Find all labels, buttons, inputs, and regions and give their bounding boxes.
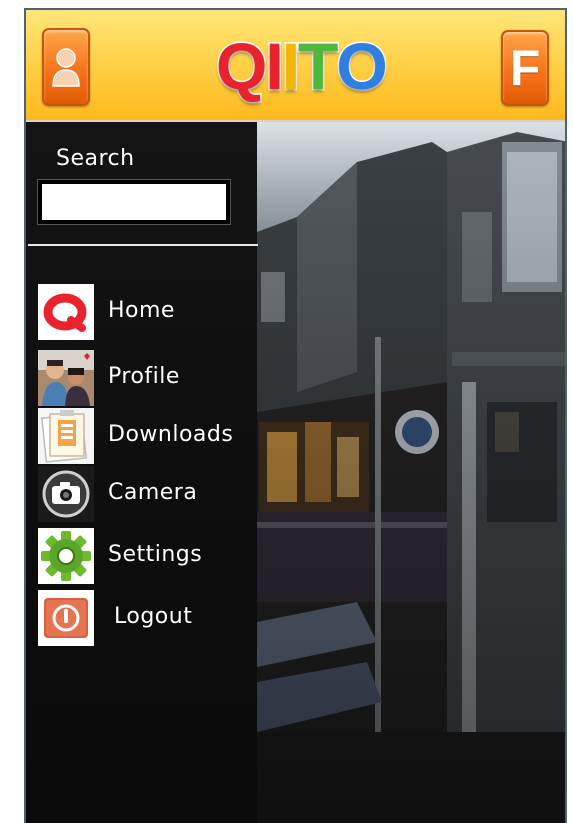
menu-item-camera[interactable]: Camera xyxy=(38,466,253,522)
app-frame: Q I I T O F Search Home Profile Download… xyxy=(24,8,567,823)
menu-label: Home xyxy=(108,298,175,323)
menu-item-profile[interactable]: Profile xyxy=(38,350,253,406)
app-logo: Q I I T O xyxy=(214,24,389,108)
menu-item-downloads[interactable]: Downloads xyxy=(38,408,253,464)
menu-item-home[interactable]: Home xyxy=(38,284,253,340)
facebook-f-label: F xyxy=(509,40,541,96)
street-scene-image xyxy=(257,122,565,823)
menu-label: Camera xyxy=(108,480,198,505)
gear-icon xyxy=(38,528,94,584)
menu-label: Downloads xyxy=(108,422,234,447)
search-input[interactable] xyxy=(37,179,231,225)
menu-item-logout[interactable]: Logout xyxy=(38,590,253,646)
power-icon xyxy=(38,590,94,646)
profile-button[interactable] xyxy=(42,28,90,106)
profile-photo-icon xyxy=(38,350,94,406)
logo-letter: O xyxy=(335,29,389,103)
side-menu: Search Home Profile Downloads Camera Set… xyxy=(26,122,258,823)
facebook-button[interactable]: F xyxy=(501,30,549,106)
header-bar: Q I I T O F xyxy=(26,10,565,122)
logo-letter: T xyxy=(297,29,340,103)
background-photo xyxy=(257,122,565,823)
search-label: Search xyxy=(56,146,135,171)
camera-icon xyxy=(38,466,94,522)
menu-label: Profile xyxy=(108,364,180,389)
menu-label: Settings xyxy=(108,542,203,567)
user-icon xyxy=(52,48,80,87)
downloads-icon xyxy=(38,408,94,464)
menu-item-settings[interactable]: Settings xyxy=(38,528,253,584)
menu-divider xyxy=(28,244,258,246)
menu-label: Logout xyxy=(114,604,193,629)
home-q-icon xyxy=(38,284,94,340)
logo-letter: Q xyxy=(214,29,268,103)
